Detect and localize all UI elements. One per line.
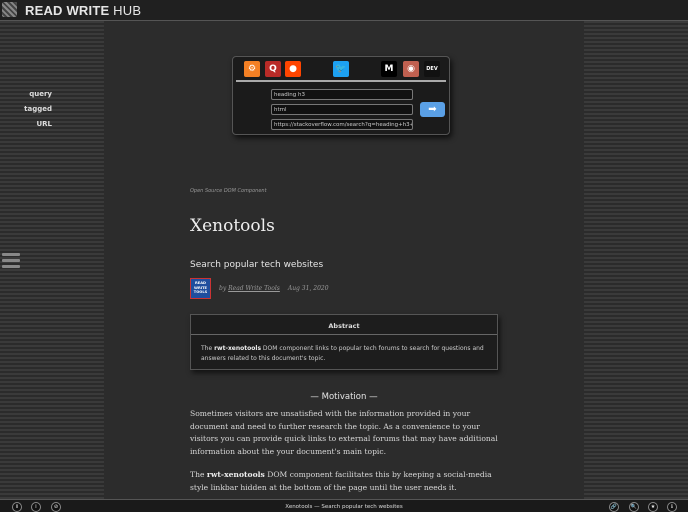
p2-component-name: rwt-xenotools — [206, 470, 265, 479]
abstract-prefix: The — [201, 345, 215, 352]
author-logo[interactable]: READ WRITE TOOLS — [190, 278, 211, 299]
abstract-box: Abstract The rwt-xenotools DOM component… — [190, 314, 498, 370]
author-link[interactable]: Read Write Tools — [228, 285, 280, 292]
forum-icon-bar: ⚙ Q ● 🐦 M ◉ DEV — [233, 61, 449, 79]
right-striped-margin — [584, 21, 688, 499]
publish-date: Aug 31, 2020 — [287, 285, 329, 292]
p2-prefix: The — [190, 470, 207, 479]
page-title: Xenotools — [190, 216, 275, 236]
author-logo-line: TOOLS — [193, 290, 208, 294]
footer-title: Xenotools — Search popular tech websites — [285, 504, 403, 510]
github-icon[interactable]: ◉ — [403, 61, 419, 77]
abstract-heading: Abstract — [191, 315, 497, 335]
tagged-label: tagged — [24, 105, 52, 113]
url-label: URL — [36, 120, 52, 128]
byline: by Read Write Tools Aug 31, 2020 — [219, 285, 329, 292]
reddit-icon[interactable]: ● — [285, 61, 301, 77]
query-label: query — [29, 90, 52, 98]
menu-hamburger-icon[interactable] — [2, 253, 20, 269]
byline-by: by — [219, 285, 229, 292]
panel-divider — [236, 80, 446, 82]
paragraph-2: The rwt-xenotools DOM component facilita… — [190, 469, 502, 494]
abstract-component-name: rwt-xenotools — [214, 345, 262, 352]
page-subtitle: Search popular tech websites — [190, 260, 324, 270]
section-heading-motivation: — Motivation — — [310, 392, 378, 402]
link-button[interactable]: 🔗 — [609, 502, 619, 512]
brand-light: HUB — [109, 3, 142, 18]
rwh-logo-icon[interactable] — [2, 2, 17, 17]
bottom-bar: ii i ⊘ Xenotools — Search popular tech w… — [0, 499, 688, 512]
paragraph-1: Sometimes visitors are unsatisfied with … — [190, 409, 498, 456]
url-input[interactable]: https://stackoverflow.com/search?q=headi… — [271, 119, 413, 130]
medium-icon[interactable]: M — [381, 61, 397, 77]
tagged-input[interactable]: html — [271, 104, 413, 115]
stackoverflow-icon[interactable]: ⚙ — [244, 61, 260, 77]
search-panel: ⚙ Q ● 🐦 M ◉ DEV query heading h3 tagged … — [24, 56, 450, 135]
brand-title[interactable]: READ WRITE HUB — [25, 3, 141, 18]
star-button[interactable]: ★ — [648, 502, 658, 512]
top-bar: READ WRITE HUB — [0, 0, 688, 21]
query-input[interactable]: heading h3 — [271, 89, 413, 100]
dev-icon[interactable]: DEV — [424, 61, 440, 77]
go-arrow-button[interactable]: ➡ — [420, 102, 445, 117]
quora-icon[interactable]: Q — [265, 61, 281, 77]
kicker: Open Source DOM Component — [190, 188, 267, 194]
twitter-icon[interactable]: 🐦 — [333, 61, 349, 77]
abstract-body: The rwt-xenotools DOM component links to… — [191, 335, 497, 364]
search-button[interactable]: 🔍 — [629, 502, 639, 512]
about-button[interactable]: ℹ — [667, 502, 677, 512]
brand-bold: READ WRITE — [25, 3, 110, 18]
